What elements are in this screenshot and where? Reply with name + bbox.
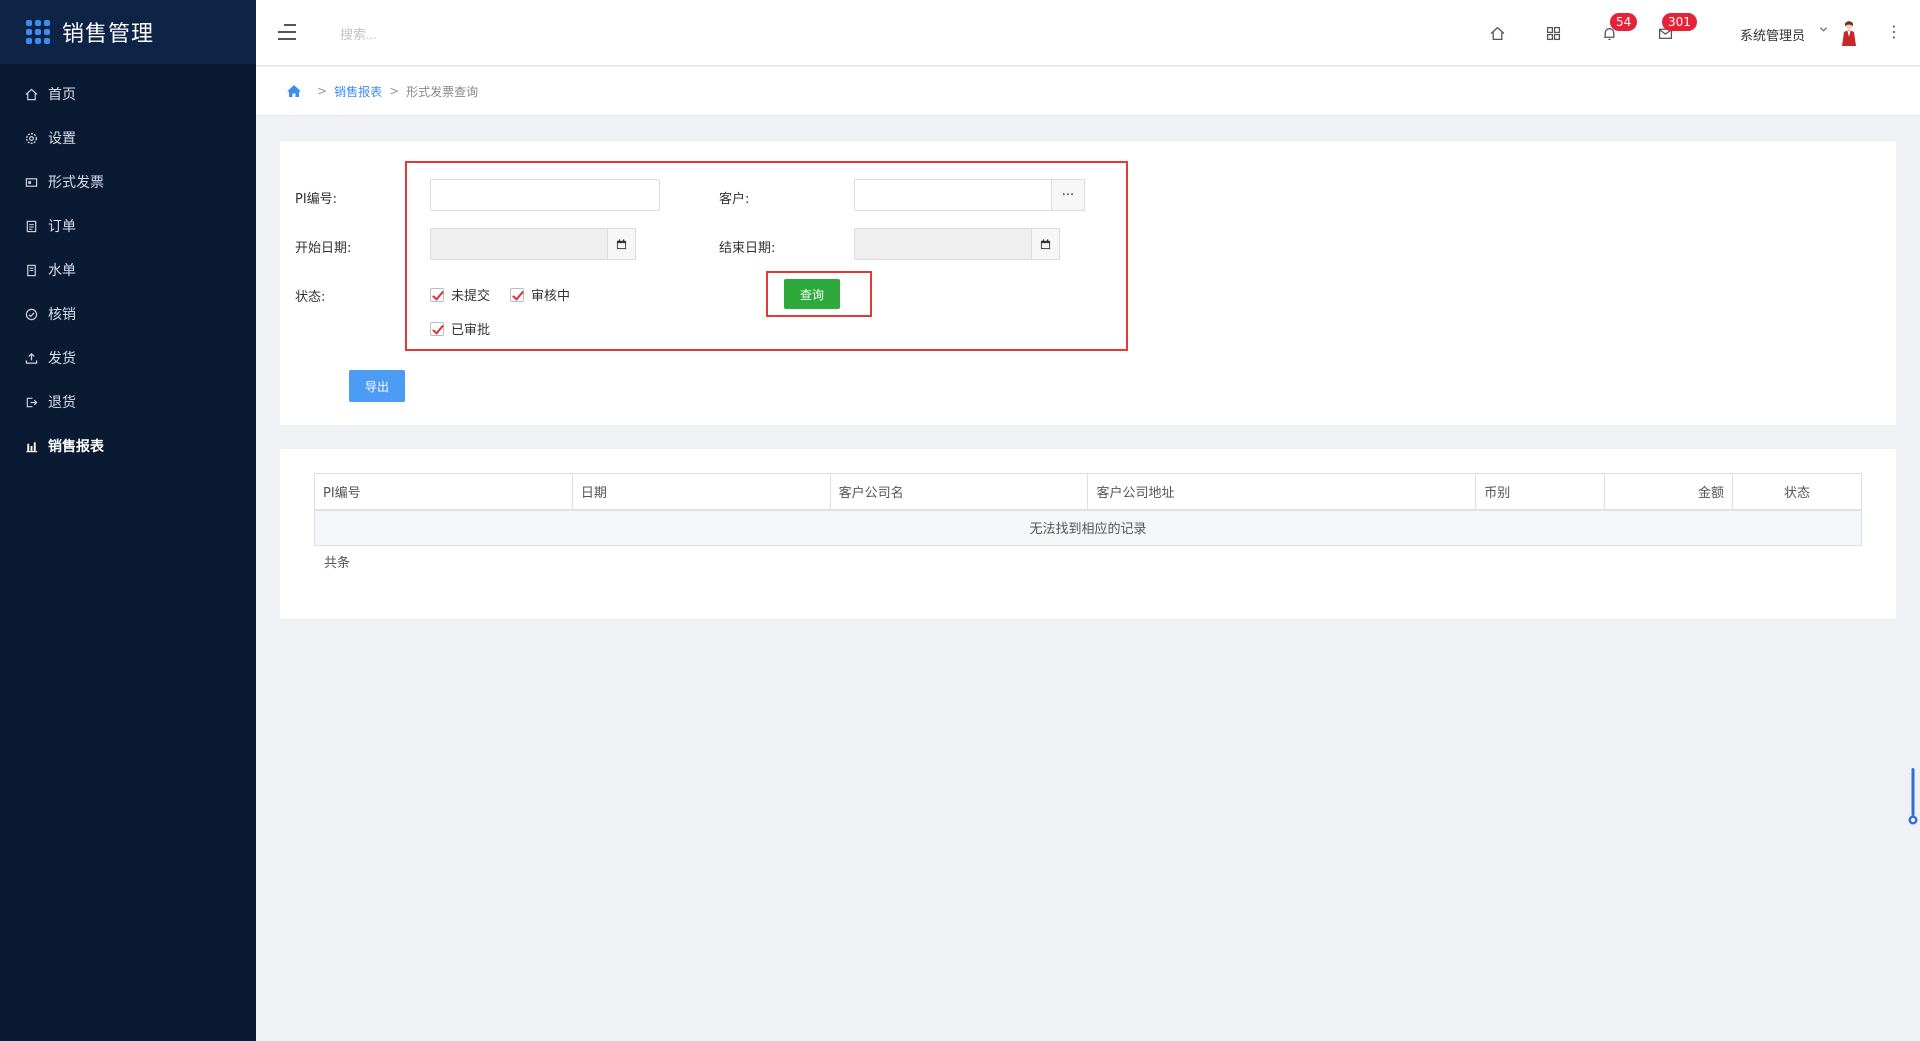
return-icon (24, 395, 38, 409)
grid-icon[interactable] (1542, 22, 1564, 44)
customer-picker-button[interactable]: ··· (1051, 179, 1085, 211)
results-panel: PI编号 日期 客户公司名 客户公司地址 币别 金额 状态 无法找到相应的记录 … (280, 449, 1896, 619)
sidebar-item-sales-report[interactable]: 销售报表 (0, 424, 256, 468)
sidebar-item-receipts[interactable]: 水单 (0, 248, 256, 292)
customer-input[interactable] (854, 179, 1052, 211)
apps-grid-icon[interactable] (26, 20, 50, 44)
sidebar-item-home[interactable]: 首页 (0, 72, 256, 116)
check-circle-icon (24, 307, 38, 321)
table-total: 共条 (324, 556, 351, 571)
gear-icon (24, 131, 38, 145)
top-header: 54 301 系统管理员 ⋮ (256, 0, 1920, 66)
checkbox-label: 未提交 (451, 289, 491, 304)
sidebar-item-shipping[interactable]: 发货 (0, 336, 256, 380)
export-button[interactable]: 导出 (349, 370, 405, 402)
checkbox-checked-icon[interactable] (430, 287, 444, 302)
sidebar-item-returns[interactable]: 退货 (0, 380, 256, 424)
column-header-company-name[interactable]: 客户公司名 (829, 473, 1089, 511)
sidebar-item-label: 形式发票 (48, 175, 104, 191)
upload-icon (24, 351, 38, 365)
sidebar-item-label: 核销 (48, 307, 76, 323)
sidebar-item-write-off[interactable]: 核销 (0, 292, 256, 336)
filter-panel: PI编号: 客户: ··· 开始日期: 结束日期: 状态: 未提交 审核中 已审… (280, 141, 1896, 425)
sidebar-item-proforma-invoice[interactable]: 形式发票 (0, 160, 256, 204)
status-checkbox-under-review[interactable]: 审核中 (510, 285, 570, 304)
checkbox-label: 审核中 (531, 289, 571, 304)
column-header-amount[interactable]: 金额 (1604, 473, 1734, 511)
column-header-company-address[interactable]: 客户公司地址 (1087, 473, 1477, 511)
order-icon (24, 219, 38, 233)
results-table: PI编号 日期 客户公司名 客户公司地址 币别 金额 状态 无法找到相应的记录 (314, 473, 1862, 546)
checkbox-label: 已审批 (451, 323, 491, 338)
pi-number-label: PI编号: (295, 192, 338, 207)
search-input[interactable] (340, 22, 560, 46)
status-label: 状态: (295, 290, 326, 305)
breadcrumb-parent-link[interactable]: 销售报表 (334, 83, 382, 100)
invoice-icon (24, 175, 38, 189)
status-checkbox-approved[interactable]: 已审批 (430, 319, 490, 338)
breadcrumb-current: 形式发票查询 (406, 84, 479, 99)
column-header-pi-number[interactable]: PI编号 (314, 473, 573, 511)
breadcrumb-separator: > (317, 84, 328, 98)
table-row: 无法找到相应的记录 (314, 509, 1862, 546)
sidebar-item-label: 设置 (48, 131, 76, 147)
sidebar: 销售管理 首页 设置 形式发票 订单 水单 核销 发货 退货 销售报表 (0, 0, 256, 1041)
chevron-down-icon[interactable] (1819, 25, 1828, 37)
mail-icon[interactable]: 301 (1654, 13, 1697, 44)
sidebar-item-label: 水单 (48, 263, 76, 279)
receipt-icon (24, 263, 38, 277)
sidebar-item-label: 发货 (48, 351, 76, 367)
status-checkbox-not-submitted[interactable]: 未提交 (430, 285, 490, 304)
home-icon (24, 87, 38, 101)
app-title: 销售管理 (62, 22, 155, 47)
start-date-label: 开始日期: (295, 241, 352, 256)
sidebar-item-settings[interactable]: 设置 (0, 116, 256, 160)
sidebar-item-orders[interactable]: 订单 (0, 204, 256, 248)
calendar-icon[interactable] (607, 228, 636, 260)
notification-badge: 54 (1610, 13, 1638, 31)
checkbox-checked-icon[interactable] (430, 321, 444, 336)
query-button[interactable]: 查询 (784, 279, 840, 309)
sidebar-item-label: 订单 (48, 219, 76, 235)
breadcrumb-separator: > (389, 84, 400, 98)
message-badge: 301 (1662, 13, 1697, 31)
column-header-date[interactable]: 日期 (571, 473, 831, 511)
user-name[interactable]: 系统管理员 (1740, 25, 1805, 44)
home-icon[interactable] (286, 84, 302, 98)
sidebar-nav: 首页 设置 形式发票 订单 水单 核销 发货 退货 销售报表 (0, 72, 256, 468)
user-avatar-icon[interactable] (1840, 20, 1858, 46)
bell-icon[interactable]: 54 (1598, 13, 1638, 44)
home-icon[interactable] (1486, 22, 1508, 44)
column-header-status[interactable]: 状态 (1732, 473, 1862, 511)
end-date-label: 结束日期: (719, 241, 776, 256)
bar-chart-icon (24, 439, 38, 453)
more-vertical-icon[interactable]: ⋮ (1886, 22, 1902, 42)
end-date-input[interactable] (854, 228, 1032, 260)
sidebar-item-label: 销售报表 (48, 439, 104, 455)
menu-toggle-icon[interactable] (278, 24, 296, 40)
start-date-input[interactable] (430, 228, 608, 260)
customer-label: 客户: (719, 192, 750, 207)
scroll-handle-icon[interactable] (1908, 768, 1918, 826)
sidebar-item-label: 首页 (48, 87, 76, 103)
table-header-row: PI编号 日期 客户公司名 客户公司地址 币别 金额 状态 (314, 473, 1862, 511)
breadcrumb: > 销售报表 > 形式发票查询 (256, 67, 1920, 116)
pi-number-input[interactable] (430, 179, 660, 211)
empty-message: 无法找到相应的记录 (314, 509, 1862, 546)
column-header-currency[interactable]: 币别 (1475, 473, 1606, 511)
checkbox-checked-icon[interactable] (510, 287, 524, 302)
calendar-icon[interactable] (1031, 228, 1060, 260)
sidebar-item-label: 退货 (48, 395, 76, 411)
brand: 销售管理 (0, 0, 256, 64)
